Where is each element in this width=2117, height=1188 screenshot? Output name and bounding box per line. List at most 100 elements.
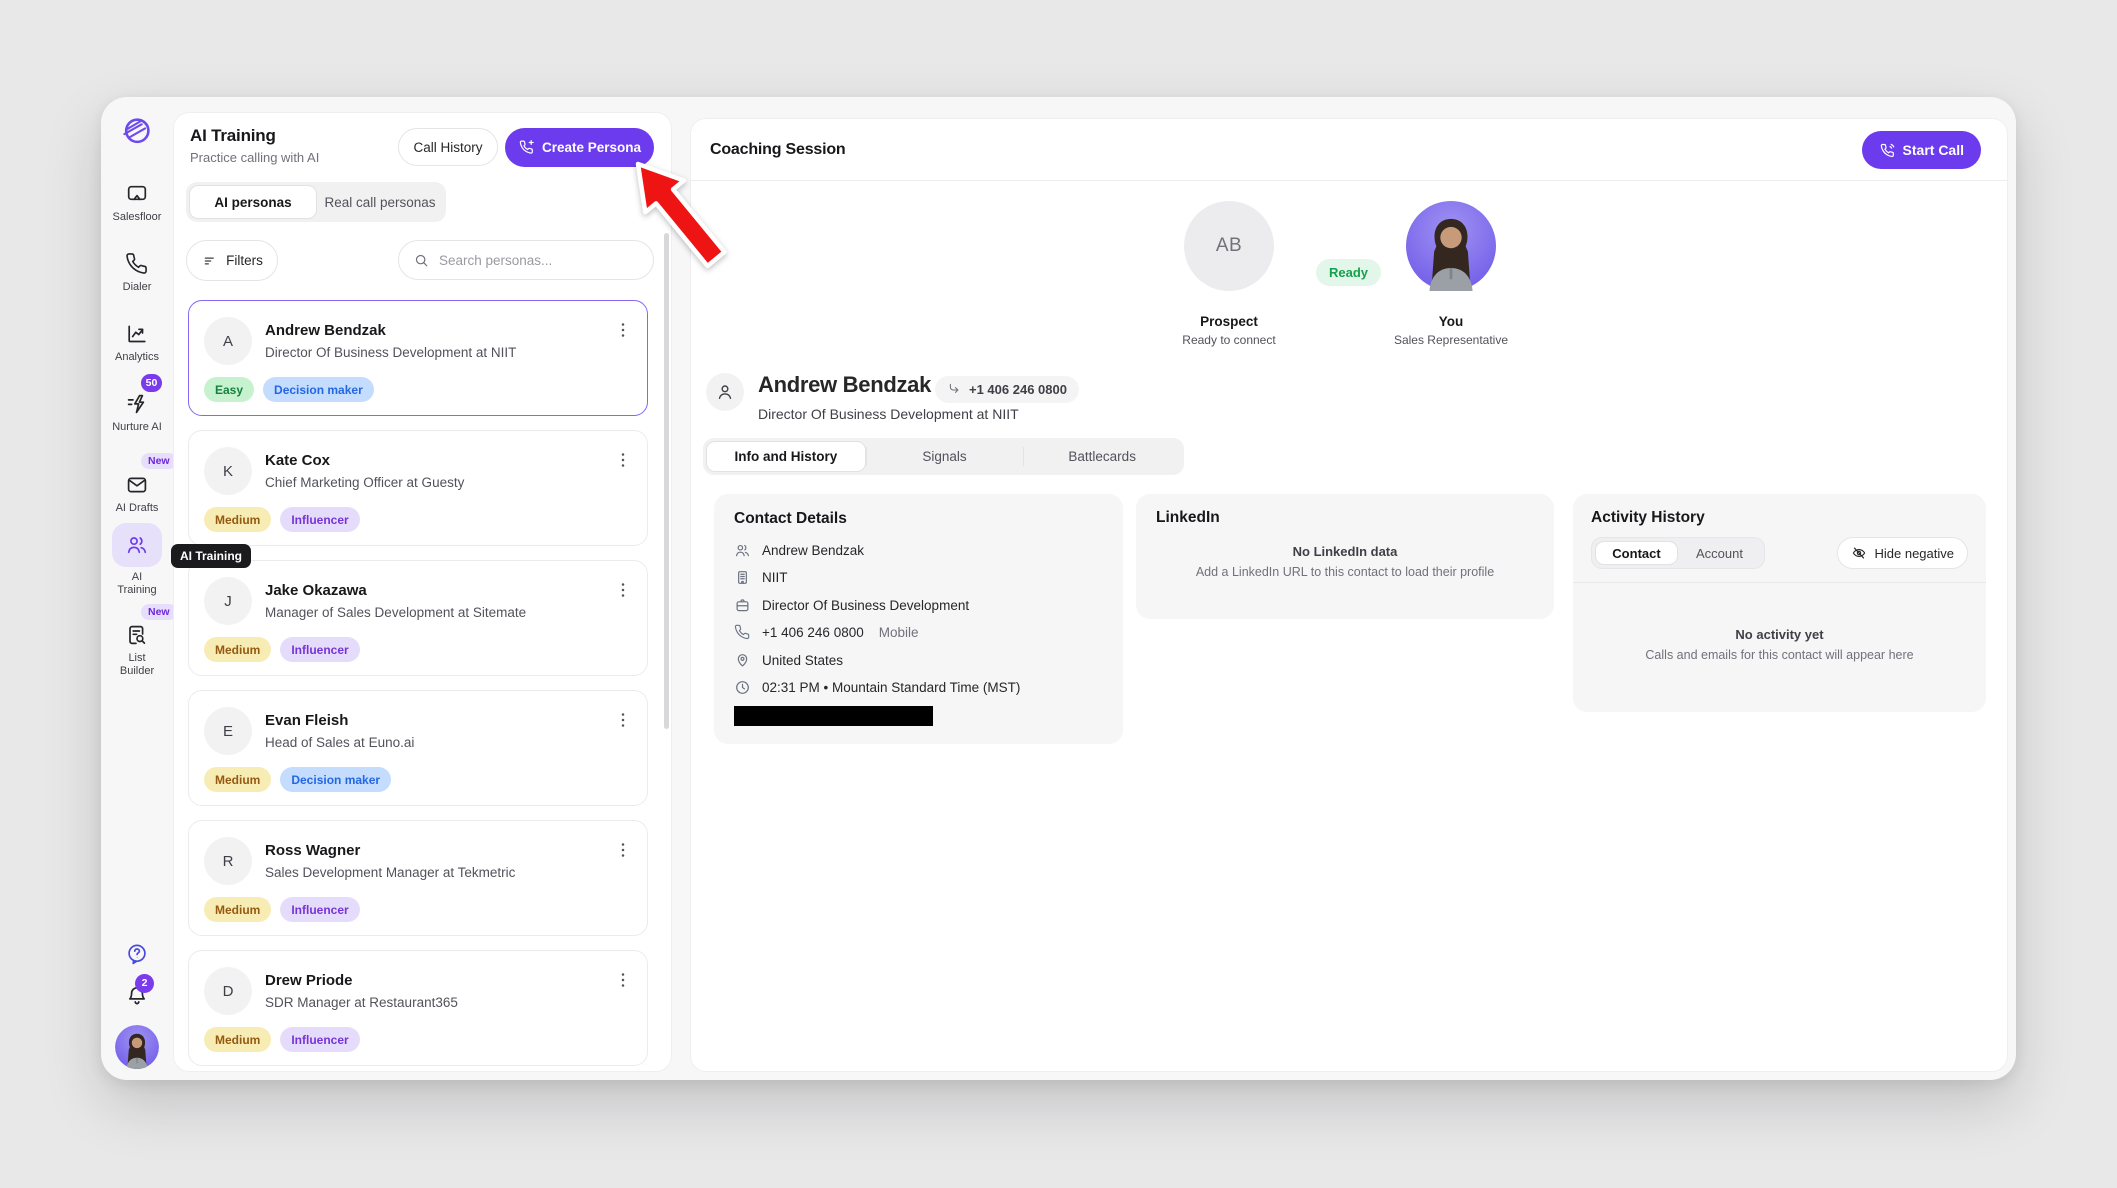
- role-badge: Influencer: [280, 637, 359, 662]
- contact-details-card: Contact Details Andrew Bendzak NIIT Dire…: [714, 494, 1123, 744]
- persona-card[interactable]: J Jake Okazawa Manager of Sales Developm…: [188, 560, 648, 676]
- difficulty-badge: Medium: [204, 767, 271, 792]
- persona-card[interactable]: D Drew Priode SDR Manager at Restaurant3…: [188, 950, 648, 1066]
- kebab-menu-icon[interactable]: [613, 317, 635, 343]
- difficulty-badge: Medium: [204, 897, 271, 922]
- you-block: You Sales Representative: [1391, 201, 1511, 347]
- redacted-text: [734, 706, 933, 726]
- panel-title: AI Training: [190, 126, 276, 146]
- call-history-button[interactable]: Call History: [398, 128, 498, 166]
- persona-card[interactable]: E Evan Fleish Head of Sales at Euno.ai M…: [188, 690, 648, 806]
- linkedin-card: LinkedIn No LinkedIn data Add a LinkedIn…: [1136, 494, 1554, 619]
- persona-panel: AI Training Practice calling with AI Cal…: [173, 112, 672, 1072]
- sidebar-item-dialer[interactable]: Dialer: [101, 252, 173, 294]
- role-badge: Decision maker: [280, 767, 391, 792]
- sidebar-item-ai-training-label[interactable]: AI Training: [101, 571, 173, 597]
- building-icon: [734, 569, 751, 586]
- sidebar-item-label: Nurture AI: [110, 421, 164, 434]
- doc-search-icon: [125, 623, 149, 647]
- activity-scope-tabs: Contact Account: [1591, 537, 1765, 569]
- role-badge: Influencer: [280, 897, 359, 922]
- contact-tabs: Info and History Signals Battlecards: [703, 438, 1184, 475]
- tab-battlecards[interactable]: Battlecards: [1023, 441, 1181, 472]
- sidebar-item-label: Salesfloor: [101, 211, 173, 224]
- kebab-menu-icon[interactable]: [613, 707, 635, 733]
- help-icon[interactable]: [125, 942, 149, 966]
- sidebar: Salesfloor Dialer Analytics 50 Nurture A…: [101, 97, 173, 1080]
- kebab-menu-icon[interactable]: [613, 837, 635, 863]
- app-window: Salesfloor Dialer Analytics 50 Nurture A…: [101, 97, 2016, 1080]
- detail-row-local-time: 02:31 PM • Mountain Standard Time (MST): [734, 679, 1103, 697]
- difficulty-badge: Medium: [204, 637, 271, 662]
- map-pin-icon: [734, 652, 751, 669]
- difficulty-badge: Easy: [204, 377, 254, 402]
- role-badge: Decision maker: [263, 377, 374, 402]
- activity-empty-title: No activity yet: [1591, 627, 1968, 642]
- tab-signals[interactable]: Signals: [866, 441, 1024, 472]
- clock-icon: [734, 679, 751, 696]
- sidebar-item-label: Dialer: [101, 281, 173, 294]
- persona-initial-avatar: R: [204, 837, 252, 885]
- persona-initial-avatar: A: [204, 317, 252, 365]
- filters-button[interactable]: Filters: [186, 240, 278, 281]
- sidebar-item-ai-drafts[interactable]: AI Drafts: [101, 473, 173, 515]
- contact-role: Director Of Business Development at NIIT: [758, 406, 1019, 422]
- phone-wave-icon: [1879, 142, 1896, 159]
- difficulty-badge: Medium: [204, 1027, 271, 1052]
- detail-row-phone: +1 406 246 0800 Mobile: [734, 624, 1103, 642]
- person-wave-icon: [734, 542, 751, 559]
- contact-phone-chip[interactable]: +1 406 246 0800: [935, 376, 1079, 403]
- detail-row-country: United States: [734, 651, 1103, 669]
- start-call-button[interactable]: Start Call: [1862, 131, 1981, 169]
- people-icon: [125, 533, 149, 557]
- sidebar-item-salesfloor[interactable]: Salesfloor: [101, 182, 173, 224]
- monitor-share-icon: [125, 182, 149, 206]
- briefcase-icon: [734, 597, 751, 614]
- envelope-icon: [125, 473, 149, 497]
- hide-negative-button[interactable]: Hide negative: [1837, 537, 1969, 569]
- sidebar-item-nurture-ai[interactable]: Nurture AI: [101, 392, 173, 434]
- persona-initial-avatar: D: [204, 967, 252, 1015]
- kebab-menu-icon[interactable]: [613, 577, 635, 603]
- tab-account[interactable]: Account: [1678, 541, 1761, 565]
- tab-info-and-history[interactable]: Info and History: [706, 441, 866, 472]
- persona-initial-avatar: K: [204, 447, 252, 495]
- tab-real-call-personas[interactable]: Real call personas: [317, 185, 443, 219]
- linkedin-empty-caption: Add a LinkedIn URL to this contact to lo…: [1156, 565, 1534, 579]
- tab-ai-personas[interactable]: AI personas: [189, 185, 317, 219]
- user-avatar[interactable]: [115, 1025, 159, 1069]
- coaching-header: Coaching Session Start Call: [691, 119, 2007, 181]
- contact-name: Andrew Bendzak: [758, 372, 931, 398]
- contact-avatar: [706, 373, 744, 411]
- tab-contact[interactable]: Contact: [1595, 541, 1678, 565]
- sidebar-item-analytics[interactable]: Analytics: [101, 322, 173, 364]
- sidebar-item-label: Analytics: [101, 351, 173, 364]
- persona-card[interactable]: K Kate Cox Chief Marketing Officer at Gu…: [188, 430, 648, 546]
- persona-card[interactable]: R Ross Wagner Sales Development Manager …: [188, 820, 648, 936]
- nurture-count-badge: 50: [141, 374, 162, 392]
- phone-icon: [125, 252, 149, 276]
- role-badge: Influencer: [280, 507, 359, 532]
- kebab-menu-icon[interactable]: [613, 447, 635, 473]
- app-logo-icon[interactable]: [121, 115, 152, 146]
- you-avatar: [1406, 201, 1496, 291]
- ai-drafts-new-badge: New: [141, 453, 177, 469]
- prospect-initials-avatar: AB: [1184, 201, 1274, 291]
- create-persona-button[interactable]: Create Persona: [505, 128, 654, 167]
- persona-initial-avatar: J: [204, 577, 252, 625]
- notifications-count-badge: 2: [135, 974, 154, 993]
- detail-row-company: NIIT: [734, 569, 1103, 587]
- persona-card[interactable]: A Andrew Bendzak Director Of Business De…: [188, 300, 648, 416]
- phone-type: Mobile: [879, 625, 919, 640]
- difficulty-badge: Medium: [204, 507, 271, 532]
- kebab-menu-icon[interactable]: [613, 967, 635, 993]
- sidebar-item-list-builder[interactable]: List Builder: [101, 623, 173, 678]
- persona-search: [398, 240, 654, 280]
- activity-empty-caption: Calls and emails for this contact will a…: [1591, 648, 1968, 662]
- search-input[interactable]: [439, 253, 639, 268]
- panel-subtitle: Practice calling with AI: [190, 150, 319, 165]
- persona-type-tabs: AI personas Real call personas: [186, 182, 446, 222]
- sidebar-item-ai-training[interactable]: [112, 523, 162, 567]
- scrollbar-thumb[interactable]: [664, 233, 669, 729]
- divider: [1573, 582, 1986, 583]
